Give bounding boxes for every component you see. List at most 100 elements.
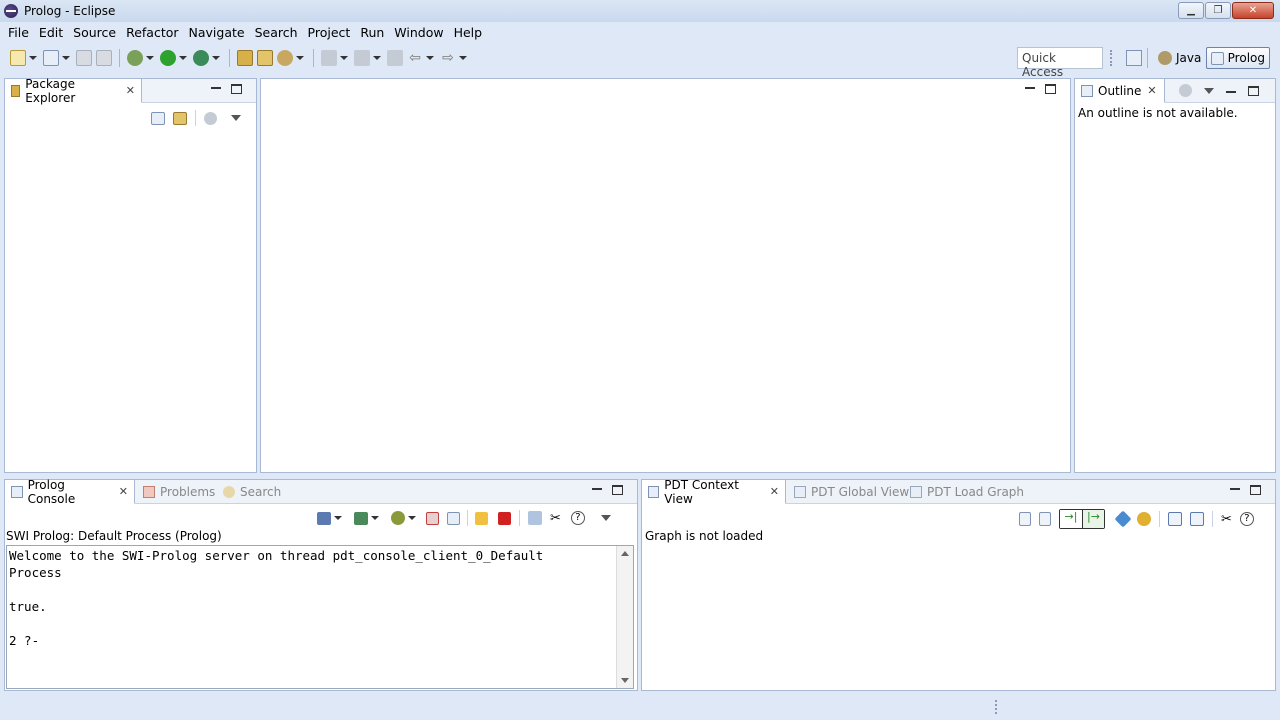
stop-icon[interactable] [498,511,511,525]
link-with-editor-icon[interactable] [173,111,187,125]
display-console-dropdown-icon[interactable] [334,516,342,520]
editor-area[interactable] [260,78,1071,473]
new-project-icon[interactable] [43,50,59,66]
maximize-icon[interactable] [1250,485,1261,495]
forward-arrow-icon[interactable]: ⇨ [440,50,456,66]
tab-prolog-console[interactable]: Prolog Console ✕ [5,478,135,506]
new-project-dropdown-icon[interactable] [62,56,70,60]
maximize-icon[interactable] [612,485,623,495]
tab-pdt-load-graph[interactable]: PDT Load Graph [904,480,1030,504]
minimize-icon[interactable] [1226,91,1236,93]
scroll-up-icon[interactable] [621,551,629,556]
file-icon[interactable] [1039,512,1051,526]
back-arrow-icon[interactable]: ⇦ [407,50,423,66]
display-console-icon[interactable] [317,511,331,525]
back-dropdown-icon[interactable] [426,56,434,60]
minimize-icon[interactable] [592,488,602,490]
new-dropdown-icon[interactable] [29,56,37,60]
open-perspective-icon[interactable] [1126,50,1142,66]
help-icon[interactable]: ? [1239,512,1254,526]
console-output[interactable]: Welcome to the SWI-Prolog server on thre… [6,545,634,689]
close-window-button[interactable]: ✕ [1232,2,1274,19]
pause-icon[interactable] [475,511,488,525]
toolbar-grip[interactable] [1110,50,1112,66]
run-dropdown-icon[interactable] [179,56,187,60]
tools-icon[interactable]: ✂ [1221,512,1232,527]
incoming-arrow-icon[interactable]: →| [1060,510,1082,528]
menu-source[interactable]: Source [69,25,122,40]
configure-icon[interactable] [528,511,542,525]
outgoing-arrow-icon[interactable]: |→ [1082,510,1104,528]
focus-icon[interactable] [204,111,217,125]
new-icon[interactable] [10,50,26,66]
restart-process-dropdown-icon[interactable] [408,516,416,520]
tab-pdt-context-view[interactable]: PDT Context View ✕ [642,478,786,506]
direction-toggle[interactable]: →| |→ [1059,509,1105,529]
console-scrollbar[interactable] [616,546,633,688]
scroll-down-icon[interactable] [621,678,629,683]
close-tab-icon[interactable]: ✕ [770,485,779,498]
tab-search[interactable]: Search [217,480,287,504]
help-icon[interactable]: ? [570,511,585,525]
next-annotation-icon[interactable] [321,50,337,66]
remove-launch-icon[interactable] [426,511,439,525]
search-tool-dropdown-icon[interactable] [296,56,304,60]
external-tools-dropdown-icon[interactable] [212,56,220,60]
predicate-icon[interactable] [1019,512,1031,526]
run-icon[interactable] [160,50,176,66]
menu-navigate[interactable]: Navigate [185,25,251,40]
open-type-icon[interactable] [237,50,253,66]
view-menu-icon[interactable] [600,515,611,521]
menu-search[interactable]: Search [251,25,304,40]
minimize-window-button[interactable]: ▁ [1178,2,1204,19]
last-edit-icon[interactable] [387,50,403,66]
hierarchy-layout-icon[interactable] [1168,512,1182,526]
open-console-icon[interactable] [354,511,368,525]
organic-layout-icon[interactable] [1190,512,1204,526]
open-folder-icon[interactable] [257,50,273,66]
navigate-icon[interactable] [1114,510,1132,528]
save-all-icon[interactable] [96,50,112,66]
minimize-icon[interactable] [211,87,221,89]
perspective-prolog-button[interactable]: Prolog [1206,47,1270,69]
tab-pdt-global-view[interactable]: PDT Global View [788,480,915,504]
menu-run[interactable]: Run [356,25,390,40]
clear-console-icon[interactable] [447,511,460,525]
previous-annotation-icon[interactable] [354,50,370,66]
menu-edit[interactable]: Edit [35,25,69,40]
save-icon[interactable] [76,50,92,66]
view-menu-icon[interactable] [231,115,241,121]
search-tool-icon[interactable] [277,50,293,66]
next-annotation-dropdown-icon[interactable] [340,56,348,60]
minimize-icon[interactable] [1025,87,1035,89]
menu-refactor[interactable]: Refactor [122,25,184,40]
open-console-dropdown-icon[interactable] [371,516,379,520]
debug-dropdown-icon[interactable] [146,56,154,60]
maximize-icon[interactable] [1045,84,1056,94]
menu-file[interactable]: File [4,25,35,40]
tab-problems[interactable]: Problems [137,480,221,504]
debug-icon[interactable] [127,50,143,66]
refresh-icon[interactable] [1137,512,1151,526]
close-tab-icon[interactable]: ✕ [119,485,128,498]
restart-process-icon[interactable] [391,511,405,525]
tab-package-explorer[interactable]: Package Explorer ✕ [5,77,142,105]
status-grip[interactable] [995,700,997,714]
focus-icon[interactable] [1179,84,1192,97]
close-tab-icon[interactable]: ✕ [1147,84,1156,97]
tab-outline[interactable]: Outline ✕ [1075,79,1165,103]
maximize-icon[interactable] [231,84,242,94]
minimize-icon[interactable] [1230,488,1240,490]
quick-access-input[interactable]: Quick Access [1017,47,1103,79]
view-menu-icon[interactable] [1204,87,1214,94]
close-tab-icon[interactable]: ✕ [126,84,135,97]
console-text[interactable]: Welcome to the SWI-Prolog server on thre… [9,547,617,649]
restore-window-button[interactable]: ❐ [1205,2,1231,19]
collapse-all-icon[interactable] [151,111,165,125]
previous-annotation-dropdown-icon[interactable] [373,56,381,60]
menu-window[interactable]: Window [390,25,449,40]
maximize-icon[interactable] [1248,85,1259,96]
perspective-java-button[interactable]: Java [1154,47,1205,69]
menu-help[interactable]: Help [450,25,489,40]
forward-dropdown-icon[interactable] [459,56,467,60]
